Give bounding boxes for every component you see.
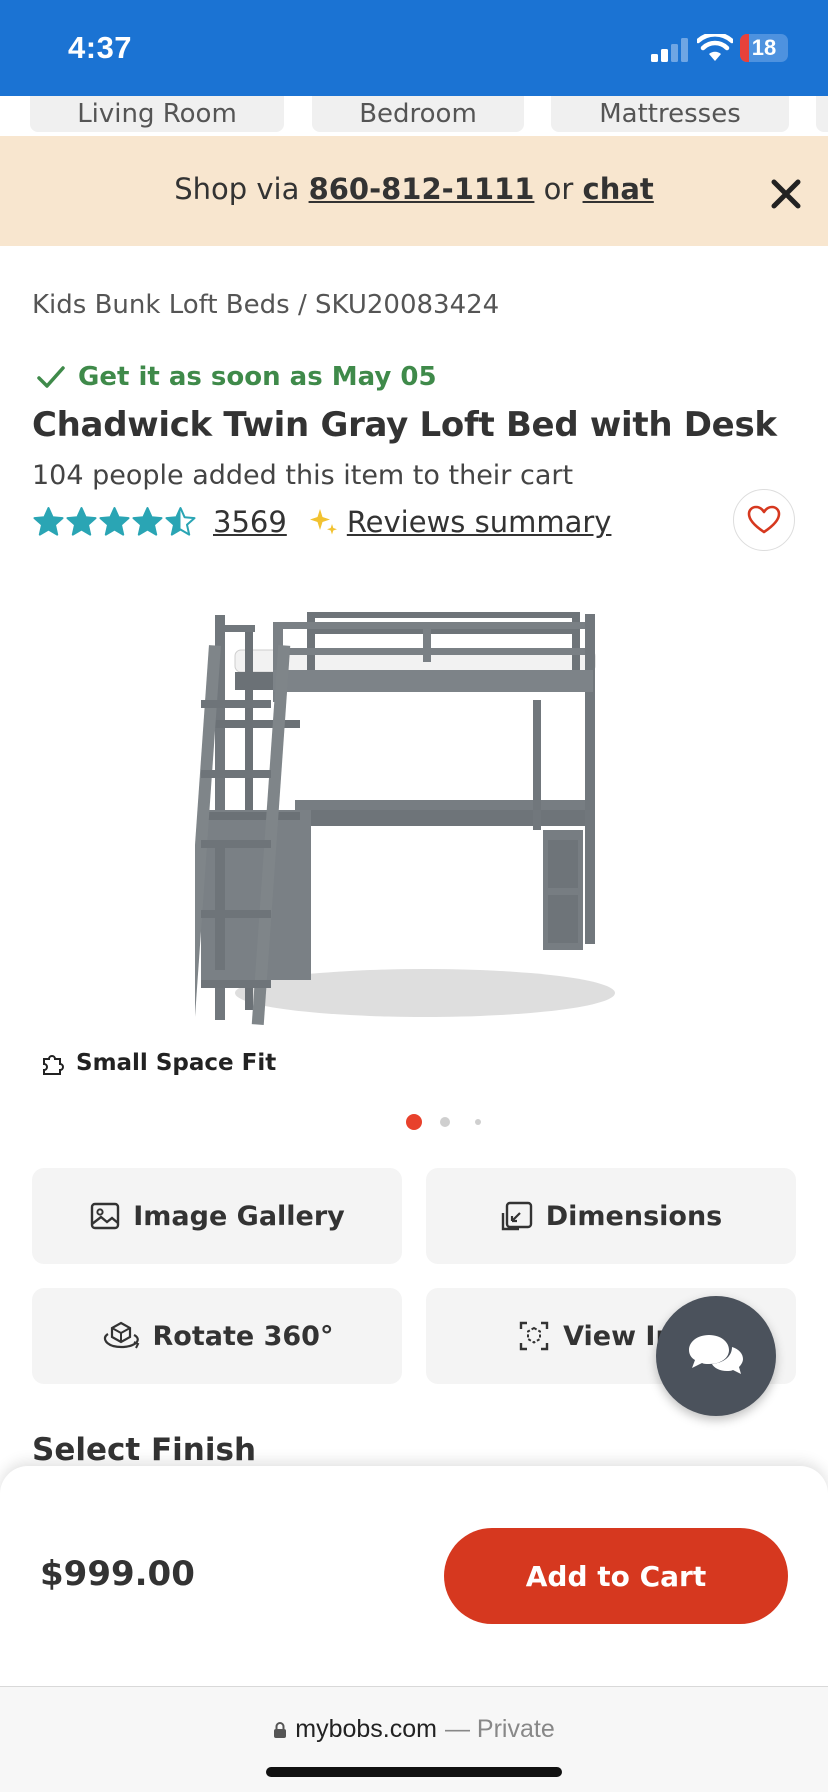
dimensions-label: Dimensions: [545, 1200, 723, 1232]
url-display[interactable]: mybobs.com — Private: [0, 1715, 828, 1744]
small-space-badge: Small Space Fit: [40, 1050, 276, 1076]
reviews-summary-link[interactable]: Reviews summary: [347, 505, 612, 539]
delivery-text: Get it as soon as May 05: [78, 362, 437, 392]
small-space-label: Small Space Fit: [76, 1050, 277, 1076]
rotate-360-button[interactable]: Rotate 360°: [32, 1288, 402, 1384]
category-tabs: Living Room Bedroom Mattresses: [0, 96, 828, 136]
rotate-360-label: Rotate 360°: [152, 1320, 334, 1352]
image-carousel-dots: [0, 1114, 828, 1134]
battery-level: 18: [751, 35, 777, 60]
rating-stars[interactable]: [32, 506, 197, 539]
status-bar: 4:37 18: [0, 0, 828, 96]
select-finish-heading: Select Finish: [32, 1432, 257, 1468]
cart-count-text: 104 people added this item to their cart: [32, 460, 574, 491]
promo-prefix: Shop via: [174, 172, 309, 206]
sticky-cart-bar: $999.00 Add to Cart: [0, 1466, 828, 1686]
carousel-dot-1[interactable]: [406, 1114, 422, 1130]
review-count-link[interactable]: 3569: [213, 505, 287, 539]
wishlist-button[interactable]: [733, 489, 795, 551]
cellular-signal-icon: [651, 38, 688, 62]
wifi-icon: [697, 34, 733, 61]
promo-banner: Shop via 860-812-1111 or chat: [0, 136, 828, 246]
dimensions-button[interactable]: Dimensions: [426, 1168, 796, 1264]
chat-button[interactable]: [656, 1296, 776, 1416]
browser-address-bar: mybobs.com — Private: [0, 1686, 828, 1792]
sparkle-icon: [309, 509, 337, 535]
promo-phone-link[interactable]: 860-812-1111: [309, 172, 535, 206]
star-icon: [66, 506, 97, 536]
status-time: 4:37: [68, 30, 133, 65]
add-to-cart-button[interactable]: Add to Cart: [444, 1528, 788, 1624]
star-icon: [99, 506, 130, 536]
view-in-room-icon: [519, 1321, 549, 1351]
breadcrumb-separator: /: [297, 290, 307, 320]
star-icon: [132, 506, 163, 536]
tab-living-room[interactable]: Living Room: [30, 96, 284, 132]
star-icon: [165, 506, 196, 536]
tab-mattresses[interactable]: Mattresses: [551, 96, 789, 132]
private-mode-label: — Private: [444, 1715, 555, 1743]
tab-more[interactable]: [816, 96, 828, 132]
checkmark-icon: [37, 366, 65, 388]
promo-middle: or: [534, 172, 583, 206]
url-domain: mybobs.com: [295, 1715, 437, 1743]
chat-bubbles-icon: [689, 1335, 743, 1374]
breadcrumb-category[interactable]: Kids Bunk Loft Beds: [32, 290, 290, 320]
rating-row: 3569 Reviews summary: [32, 502, 611, 542]
image-icon: [91, 1202, 120, 1230]
product-image[interactable]: [195, 600, 675, 1050]
puzzle-icon: [43, 1055, 64, 1075]
image-gallery-label: Image Gallery: [133, 1200, 345, 1232]
promo-chat-link[interactable]: chat: [583, 172, 654, 206]
image-gallery-button[interactable]: Image Gallery: [32, 1168, 402, 1264]
carousel-dot-3[interactable]: [475, 1119, 481, 1125]
carousel-dot-2[interactable]: [440, 1117, 450, 1127]
tab-bedroom[interactable]: Bedroom: [312, 96, 524, 132]
delivery-estimate: Get it as soon as May 05: [36, 362, 437, 392]
star-icon: [33, 506, 64, 536]
heart-icon: [747, 505, 781, 534]
lock-icon: [274, 1721, 287, 1738]
price: $999.00: [40, 1554, 195, 1594]
home-indicator[interactable]: [266, 1767, 562, 1777]
product-title: Chadwick Twin Gray Loft Bed with Desk: [32, 405, 777, 445]
breadcrumb: Kids Bunk Loft Beds / SKU20083424: [32, 290, 499, 320]
rotate-360-icon: [103, 1321, 139, 1349]
close-icon[interactable]: [766, 174, 806, 214]
breadcrumb-sku: SKU20083424: [314, 290, 500, 320]
promo-text: Shop via 860-812-1111 or chat: [0, 172, 828, 206]
battery-icon: 18: [740, 34, 788, 62]
dimensions-icon: [501, 1201, 532, 1231]
